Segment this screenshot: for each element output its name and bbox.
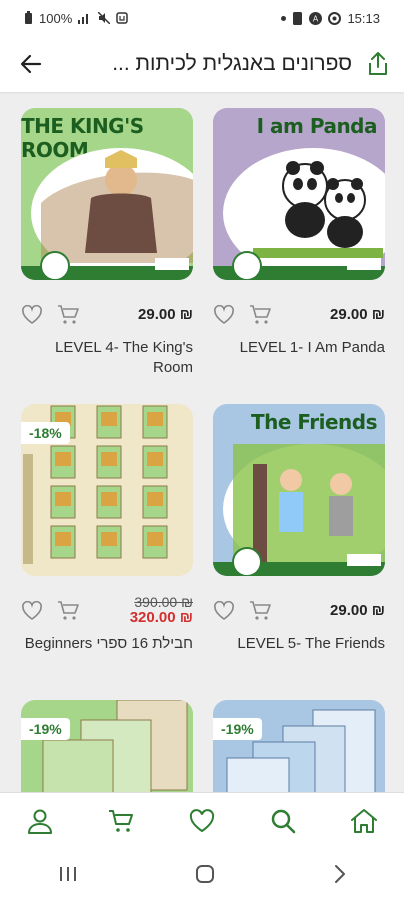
cart-icon[interactable] [57, 305, 79, 325]
cover-illustration [42, 700, 188, 792]
product-card[interactable]: -18% 390.00 ₪ 320.00 ₪ חבילת 16 ספרי Beg… [21, 404, 193, 654]
settings-notification-icon [328, 11, 342, 25]
product-grid: THE KING'S ROOM 29.00 ₪ LEVEL 4- The Kin… [0, 92, 404, 792]
product-card[interactable]: THE KING'S ROOM 29.00 ₪ LEVEL 4- The Kin… [21, 108, 193, 378]
status-bar: 100% A 15:13 [0, 0, 404, 36]
product-cover[interactable]: THE KING'S ROOM [21, 108, 193, 280]
battery-icon [25, 11, 32, 24]
nfc-icon [116, 12, 128, 24]
back-arrow-icon[interactable] [20, 53, 42, 75]
heart-icon[interactable] [21, 601, 43, 621]
cart-icon[interactable] [249, 601, 271, 621]
cover-illustration [213, 444, 385, 576]
product-price: 29.00 ₪ [330, 306, 385, 323]
profile-icon [28, 809, 53, 834]
product-name[interactable]: LEVEL 1- I Am Panda [213, 338, 385, 358]
product-card[interactable]: -19% [21, 700, 193, 792]
battery-percent: 100% [39, 10, 73, 26]
nav-favorites[interactable] [178, 797, 226, 845]
nav-profile[interactable] [16, 797, 64, 845]
heart-icon [189, 808, 215, 832]
back-button-icon[interactable] [332, 864, 346, 884]
product-cover[interactable]: The Friends [213, 404, 385, 576]
bottom-nav [0, 792, 404, 848]
status-right: A 15:13 [281, 11, 380, 26]
nav-search[interactable] [259, 797, 307, 845]
cover-illustration [226, 709, 376, 792]
home-button-icon[interactable] [195, 864, 215, 884]
discount-badge: -18% [21, 422, 70, 444]
status-left: 100% [24, 11, 128, 26]
app-notification-icon: A [309, 11, 323, 25]
old-price: 390.00 ₪ [134, 594, 193, 610]
share-icon[interactable] [366, 51, 390, 77]
signal-icon [78, 14, 89, 24]
sale-price: 320.00 ₪ [129, 609, 193, 626]
product-name[interactable]: LEVEL 5- The Friends [213, 634, 385, 654]
product-name[interactable]: LEVEL 4- The King's Room [21, 338, 193, 378]
clock: 15:13 [347, 10, 380, 26]
phone-notification-icon [293, 11, 303, 25]
heart-icon[interactable] [213, 601, 235, 621]
product-cover[interactable]: I am Panda [213, 108, 385, 280]
product-price: 29.00 ₪ [330, 602, 385, 619]
system-nav-bar [0, 848, 404, 900]
product-price: 29.00 ₪ [138, 306, 193, 323]
discount-badge: -19% [213, 718, 262, 740]
svg-text:A: A [313, 14, 319, 23]
recent-apps-icon[interactable] [58, 865, 78, 883]
product-card[interactable]: -19% [213, 700, 385, 792]
cart-icon[interactable] [57, 601, 79, 621]
product-card[interactable]: The Friends 29.00 ₪ LEVEL 5- The Friends [213, 404, 385, 654]
product-card[interactable]: I am Panda 29.00 ₪ LEVEL 1- I Am Panda [213, 108, 385, 358]
app-bar: ספרונים באנגלית לכיתות ... [0, 36, 404, 92]
nav-home[interactable] [340, 797, 388, 845]
heart-icon[interactable] [213, 305, 235, 325]
mute-icon [98, 12, 111, 24]
nav-cart[interactable] [97, 797, 145, 845]
cart-icon[interactable] [249, 305, 271, 325]
cover-illustration [213, 148, 385, 280]
dot-icon [281, 15, 287, 21]
cart-icon [109, 809, 134, 832]
product-cover[interactable]: -19% [21, 700, 193, 792]
heart-icon[interactable] [21, 305, 43, 325]
home-icon [350, 808, 377, 833]
page-title: ספרונים באנגלית לכיתות ... [112, 52, 352, 75]
product-name[interactable]: חבילת 16 ספרי Beginners [21, 634, 193, 654]
product-cover[interactable]: -19% [213, 700, 385, 792]
discount-badge: -19% [21, 718, 70, 740]
product-cover[interactable]: -18% [21, 404, 193, 576]
search-icon [271, 809, 296, 833]
cover-illustration [21, 148, 193, 280]
